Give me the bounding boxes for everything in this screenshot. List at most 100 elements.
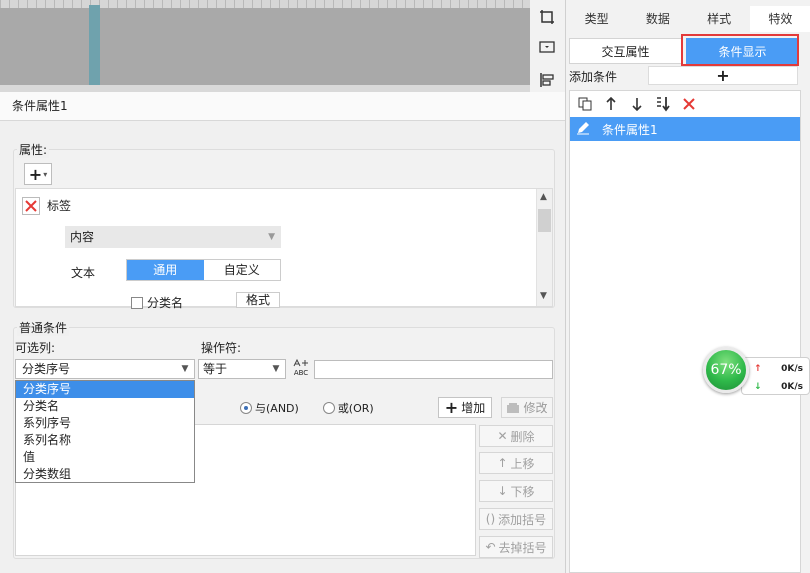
upload-row: ↑ 0K/s [742, 361, 809, 376]
copy-icon[interactable] [576, 95, 594, 113]
value-type-icon[interactable]: ABC [290, 358, 312, 379]
condition-list-toolbar [570, 91, 800, 117]
list-item-label: 条件属性1 [602, 122, 658, 137]
network-speed-widget[interactable]: ↑ 0K/s ↓ 0K/s 67% [703, 347, 810, 397]
logic-radio-group: 与(AND) 或(OR) [240, 400, 374, 416]
radio-and[interactable]: 与(AND) [240, 400, 299, 416]
delete-label: 删除 [510, 429, 535, 444]
column-select[interactable]: 分类序号 ▼ [15, 359, 195, 379]
dropdown-option[interactable]: 分类名 [16, 398, 194, 415]
remove-brackets-label: 去掉括号 [498, 540, 547, 555]
brackets-icon: () [485, 512, 496, 526]
add-label: 增加 [461, 401, 486, 415]
upload-speed: 0K/s [781, 363, 803, 374]
plus-icon: + [28, 164, 43, 184]
remove-brackets-button[interactable]: ↶ 去掉括号 [479, 536, 553, 558]
scroll-up-icon[interactable]: ▲ [540, 192, 547, 202]
column-dropdown-list: 分类序号 分类名 系列序号 系列名称 值 分类数组 [15, 380, 195, 483]
add-condition-item-button[interactable]: + 增加 [438, 397, 492, 418]
abc-label: ABC [293, 369, 309, 377]
radio-and-dot[interactable] [240, 402, 252, 414]
operator-label: 操作符: [201, 341, 242, 355]
segment-general[interactable]: 通用 [127, 260, 204, 280]
add-condition-button[interactable]: + [648, 66, 798, 85]
radio-or[interactable]: 或(OR) [322, 400, 374, 416]
text-label: 文本 [71, 266, 96, 280]
category-name-checkbox[interactable]: 分类名 [131, 294, 183, 311]
scroll-down-icon[interactable]: ▼ [540, 291, 547, 301]
value-input[interactable] [314, 360, 553, 379]
dropdown-box-icon[interactable] [537, 37, 557, 57]
condition-list: 条件属性1 [569, 90, 801, 573]
move-down-label: 下移 [510, 484, 535, 499]
scrollbar-thumb[interactable] [538, 209, 551, 232]
radio-or-dot[interactable] [322, 402, 335, 414]
dropdown-option[interactable]: 系列名称 [16, 432, 194, 449]
chevron-down-icon[interactable]: ▼ [176, 360, 194, 378]
modify-icon [507, 402, 520, 413]
arrow-down-icon[interactable] [628, 95, 646, 113]
panel-tabs: 类型 数据 样式 特效 [566, 6, 810, 32]
network-speed-panel: ↑ 0K/s ↓ 0K/s [741, 357, 810, 395]
modify-label: 修改 [523, 401, 548, 415]
column-select-value: 分类序号 [22, 362, 71, 376]
move-down-button[interactable]: ↓ 下移 [479, 480, 553, 502]
column-label: 可选列: [15, 341, 56, 355]
delete-icon[interactable] [680, 95, 698, 113]
tab-effects[interactable]: 特效 [749, 6, 810, 32]
dropdown-option[interactable]: 系列序号 [16, 415, 194, 432]
segment-custom[interactable]: 自定义 [204, 260, 281, 280]
arrow-up-icon[interactable] [602, 95, 620, 113]
operator-select-value: 等于 [203, 362, 228, 376]
tab-type[interactable]: 类型 [566, 6, 627, 32]
align-icon[interactable] [537, 70, 557, 90]
memory-usage-ball[interactable]: 67% [703, 347, 749, 393]
radio-or-label: 或(OR) [337, 402, 374, 415]
checkbox-box[interactable] [131, 296, 143, 309]
add-brackets-label: 添加括号 [498, 512, 547, 527]
editor-title: 条件属性1 [0, 92, 565, 121]
add-brackets-button[interactable]: () 添加括号 [479, 508, 553, 530]
modify-button[interactable]: 修改 [501, 397, 553, 418]
format-button[interactable]: 格式 [236, 292, 280, 308]
download-row: ↓ 0K/s [742, 379, 809, 394]
close-icon [25, 200, 37, 212]
add-condition-label: 添加条件 [569, 70, 618, 84]
plus-icon: + [444, 398, 459, 417]
content-select-value: 内容 [70, 230, 95, 244]
move-up-label: 上移 [510, 456, 535, 471]
tool-column [530, 0, 565, 92]
crop-icon[interactable] [537, 7, 557, 27]
tab-style[interactable]: 样式 [689, 6, 750, 32]
tag-label: 标签 [47, 199, 72, 213]
canvas-bottom-edge [0, 85, 530, 92]
arrow-up-icon: ↑ [497, 456, 508, 470]
report-canvas[interactable] [0, 0, 530, 92]
delete-button[interactable]: ✕ 删除 [479, 425, 553, 447]
move-up-button[interactable]: ↑ 上移 [479, 452, 553, 474]
canvas-grid [0, 0, 530, 8]
remove-brackets-icon: ↶ [485, 540, 496, 554]
dropdown-option[interactable]: 值 [16, 449, 194, 466]
operator-select[interactable]: 等于 ▼ [198, 359, 286, 379]
highlight-box [681, 34, 799, 66]
arrow-down-icon: ↓ [497, 484, 508, 498]
remove-attribute-button[interactable] [22, 197, 40, 215]
add-attribute-button[interactable]: + ▾ [24, 163, 52, 185]
download-speed: 0K/s [781, 381, 803, 392]
tab-data[interactable]: 数据 [627, 6, 688, 32]
add-condition-row: 添加条件 + [568, 66, 808, 86]
dropdown-option[interactable]: 分类数组 [16, 466, 194, 483]
move-to-bottom-icon[interactable] [654, 95, 672, 113]
tab-interaction-attributes[interactable]: 交互属性 [569, 38, 682, 64]
dropdown-option[interactable]: 分类序号 [16, 381, 194, 398]
list-item[interactable]: 条件属性1 [570, 117, 800, 141]
selected-chart-column[interactable] [89, 5, 100, 85]
content-select[interactable]: 内容 ▼ [65, 226, 281, 248]
edit-pencil-icon [576, 121, 590, 138]
chevron-down-icon[interactable]: ▼ [267, 360, 285, 378]
download-arrow-icon: ↓ [754, 381, 762, 392]
attribute-scrollbar[interactable]: ▲ ▼ [536, 189, 552, 306]
upload-arrow-icon: ↑ [754, 363, 762, 374]
right-panel: 类型 数据 样式 特效 交互属性 条件显示 添加条件 + 条件属性1 [565, 0, 810, 573]
